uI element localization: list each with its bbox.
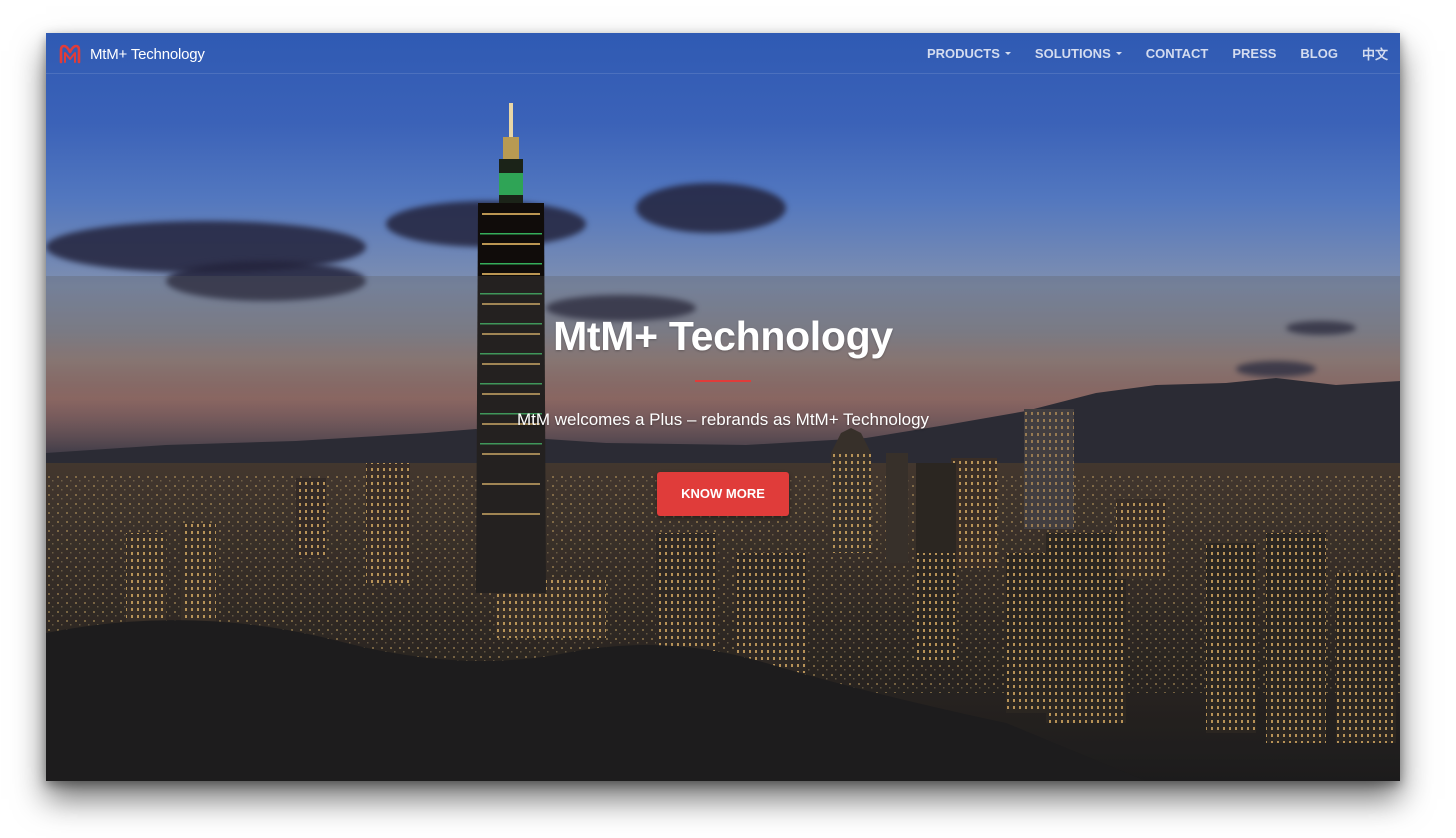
nav-item-contact[interactable]: CONTACT	[1134, 33, 1221, 73]
nav-item-label: 中文	[1361, 46, 1388, 62]
caret-down-icon	[1115, 52, 1122, 55]
navbar: MtM+ Technology PRODUCTS SOLUTIONS CONTA…	[46, 33, 1400, 74]
browser-viewport: MtM+ Technology PRODUCTS SOLUTIONS CONTA…	[46, 33, 1400, 781]
nav-item-press[interactable]: PRESS	[1220, 33, 1288, 73]
caret-down-icon	[1004, 52, 1011, 55]
nav-item-label: PRODUCTS	[926, 45, 1000, 61]
nav-item-label: PRESS	[1232, 45, 1277, 61]
hero-subtitle: MtM welcomes a Plus – rebrands as MtM+ T…	[516, 410, 930, 429]
hero-divider	[695, 380, 751, 382]
main-nav: PRODUCTS SOLUTIONS CONTACT PRESS BLOG 中文	[915, 33, 1388, 73]
hero: MtM+ Technology MtM welcomes a Plus – re…	[46, 313, 1400, 516]
brand-name: MtM+ Technology	[90, 45, 205, 63]
know-more-button[interactable]: KNOW MORE	[657, 472, 789, 516]
nav-item-label: CONTACT	[1145, 45, 1209, 61]
nav-item-language[interactable]: 中文	[1350, 33, 1388, 73]
nav-item-label: SOLUTIONS	[1034, 45, 1111, 61]
nav-item-label: BLOG	[1300, 45, 1338, 61]
nav-item-products[interactable]: PRODUCTS	[915, 33, 1023, 73]
nav-item-solutions[interactable]: SOLUTIONS	[1023, 33, 1134, 73]
hero-title: MtM+ Technology	[553, 313, 893, 359]
brand-link[interactable]: MtM+ Technology	[58, 43, 205, 65]
nav-item-blog[interactable]: BLOG	[1288, 33, 1350, 73]
mtm-logo-icon	[59, 44, 81, 64]
